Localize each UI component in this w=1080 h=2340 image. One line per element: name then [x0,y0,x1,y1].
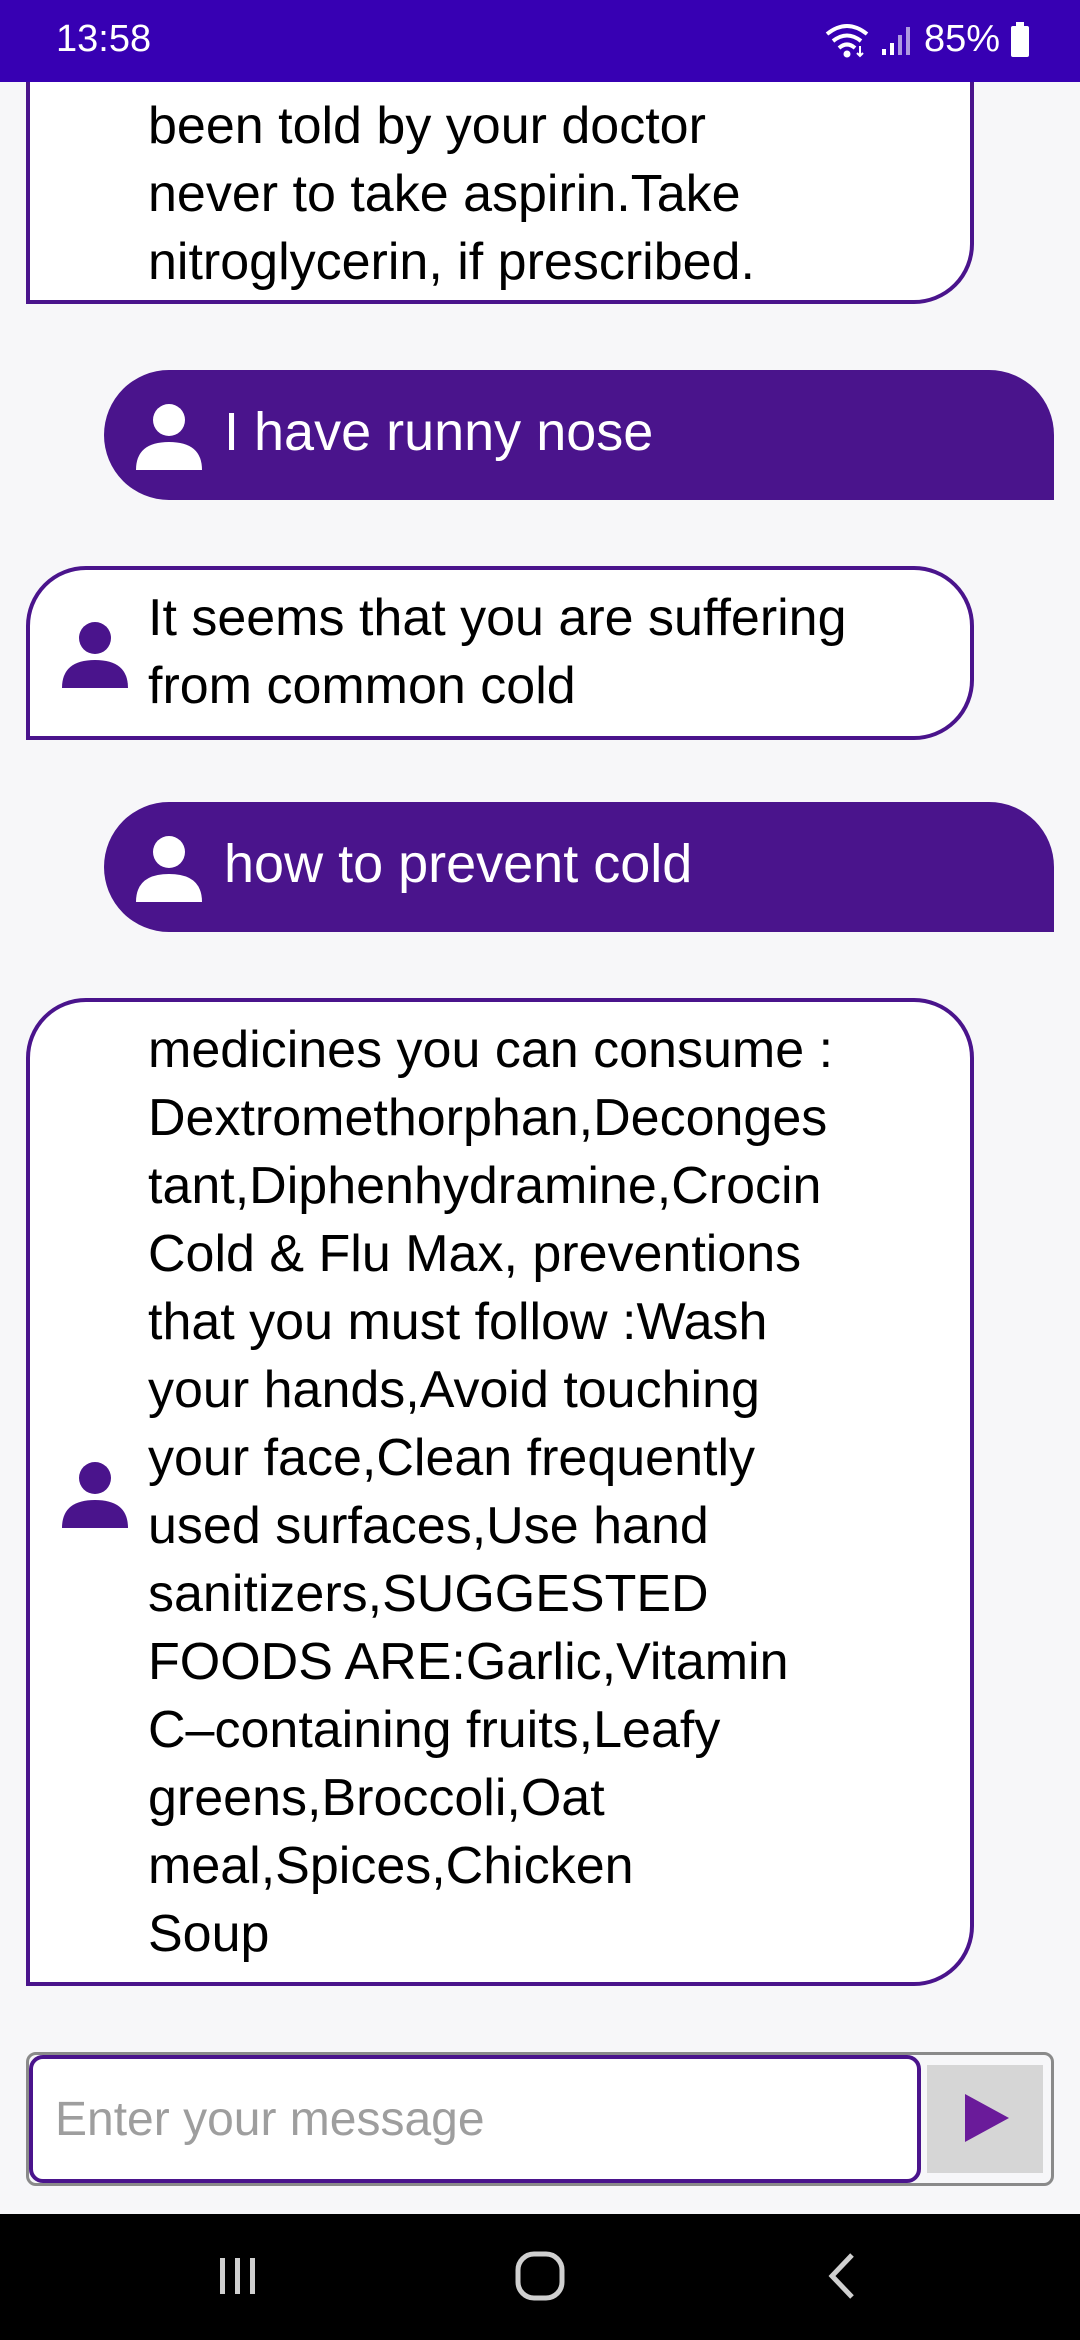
send-icon [955,2088,1015,2151]
recents-button[interactable] [208,2250,268,2306]
signal-icon [880,23,914,57]
message-composer [26,2052,1054,2186]
bot-message: medicines you can consume : Dextromethor… [26,998,974,1986]
home-button[interactable] [510,2250,570,2306]
battery-icon [1010,21,1030,58]
status-bar: 13:58 85% [0,0,1080,82]
status-time: 13:58 [56,18,152,60]
bot-message-text: medicines you can consume : Dextromethor… [148,1021,834,1963]
back-icon [822,2251,862,2306]
bot-avatar-icon [58,1456,132,1530]
recents-icon [214,2254,262,2303]
user-message: how to prevent cold [104,802,1054,932]
battery-percent: 85% [923,18,1000,60]
user-message: I have runny nose [104,370,1054,500]
chat-messages-list[interactable]: been told by your doctor never to take a… [0,82,1080,2042]
bot-message-text: been told by your doctor never to take a… [148,97,755,291]
user-message-text: how to prevent cold [224,834,693,894]
wifi-icon [824,22,870,58]
send-button[interactable] [927,2065,1043,2173]
bot-message: been told by your doctor never to take a… [26,82,974,304]
bot-avatar-icon [58,616,132,690]
bot-message-text: It seems that you are suffering from com… [148,589,847,715]
status-icons: 85% [824,18,1030,61]
system-nav-bar [0,2214,1080,2340]
bot-message: It seems that you are suffering from com… [26,566,974,740]
message-input[interactable] [29,2055,921,2183]
user-message-text: I have runny nose [224,402,654,462]
user-avatar-icon [132,398,206,472]
home-icon [513,2249,567,2308]
back-button[interactable] [812,2250,872,2306]
user-avatar-icon [132,830,206,904]
